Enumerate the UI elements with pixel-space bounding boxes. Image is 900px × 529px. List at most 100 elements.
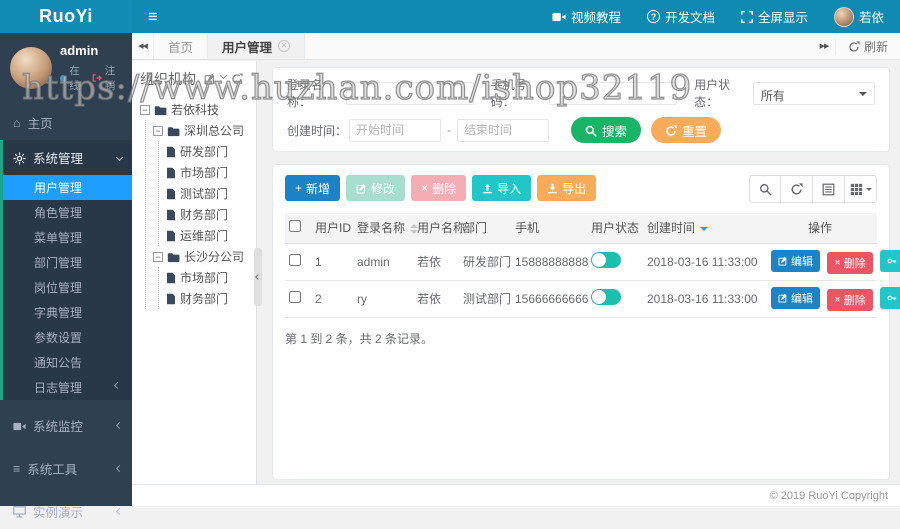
- home-icon: ⌂: [13, 115, 21, 130]
- tree-node-label[interactable]: 长沙分公司: [184, 248, 244, 265]
- tree-node-branch[interactable]: − 长沙分公司: [153, 246, 252, 267]
- tree-node-leaf[interactable]: 运维部门: [166, 225, 252, 246]
- search-icon: [585, 123, 597, 137]
- tree-collapse-handle[interactable]: [254, 248, 262, 306]
- tree-node-label[interactable]: 财务部门: [180, 290, 228, 307]
- file-icon: [166, 271, 176, 285]
- col-login-name[interactable]: 登录名称: [353, 213, 419, 244]
- tab-user-mgmt[interactable]: 用户管理 ✕: [208, 33, 306, 59]
- fullscreen-button[interactable]: 全屏显示: [741, 7, 808, 26]
- refresh-tab-button[interactable]: 刷新: [834, 37, 900, 55]
- table-search-toggle-button[interactable]: [749, 175, 781, 203]
- sidebar-item-home[interactable]: ⌂ 主页: [0, 105, 132, 140]
- row-edit-button[interactable]: 编辑: [771, 286, 820, 309]
- tree-node-label[interactable]: 财务部门: [180, 206, 228, 223]
- close-icon[interactable]: ✕: [278, 40, 291, 52]
- tree-node-leaf[interactable]: 市场部门: [166, 267, 252, 288]
- sidebar-item-log-mgmt[interactable]: 日志管理: [3, 375, 132, 400]
- sidebar-item-dict-mgmt[interactable]: 字典管理: [3, 300, 132, 325]
- video-tutorial-link[interactable]: 视频教程: [552, 7, 621, 26]
- tree-node-label[interactable]: 测试部门: [180, 185, 228, 202]
- row-delete-button[interactable]: × 删除: [827, 288, 873, 311]
- cell-dept: 测试部门: [459, 280, 511, 318]
- hamburger-menu-icon[interactable]: ≡: [148, 8, 158, 25]
- row-reset-password-button[interactable]: 重置: [880, 286, 900, 309]
- tree-node-leaf[interactable]: 财务部门: [166, 288, 252, 309]
- cell-user-id: 1: [311, 243, 353, 281]
- tab-home[interactable]: 首页: [154, 33, 209, 59]
- user-status-select[interactable]: 所有: [752, 81, 875, 105]
- chevron-down-icon[interactable]: [219, 71, 228, 85]
- tabs-scroll-right-button[interactable]: ▶▶: [813, 42, 835, 50]
- top-header: RuoYi ≡ 视频教程 ? 开发文档 全屏显示 若依: [0, 0, 900, 33]
- row-reset-password-button[interactable]: 重置: [880, 249, 900, 272]
- user-menu[interactable]: 若依: [833, 6, 884, 27]
- login-name-input[interactable]: [345, 81, 474, 105]
- tree-node-label[interactable]: 运维部门: [180, 227, 228, 244]
- sidebar-item-param-config[interactable]: 参数设置: [3, 325, 132, 350]
- collapse-box-icon[interactable]: −: [153, 125, 163, 136]
- table-view-controls: [749, 175, 877, 203]
- reset-button[interactable]: 重置: [651, 117, 722, 143]
- status-toggle[interactable]: [591, 252, 621, 268]
- tree-node-label[interactable]: 市场部门: [180, 164, 228, 181]
- tree-node-root[interactable]: − 若依科技: [140, 99, 252, 120]
- row-checkbox[interactable]: [289, 291, 301, 303]
- collapse-box-icon[interactable]: −: [140, 104, 150, 115]
- table-refresh-button[interactable]: [781, 175, 813, 203]
- sort-desc-icon: [700, 227, 709, 232]
- sidebar-item-user-mgmt[interactable]: 用户管理: [3, 175, 132, 200]
- refresh-icon: [848, 39, 860, 53]
- logout-label[interactable]: 注销: [105, 63, 124, 93]
- sidebar-item-system-mgmt[interactable]: 系统管理: [3, 140, 132, 175]
- end-time-input[interactable]: [457, 118, 550, 142]
- monitor-video-icon: [13, 419, 26, 433]
- tree-node-label[interactable]: 市场部门: [180, 269, 228, 286]
- columns-dropdown-button[interactable]: [845, 175, 877, 203]
- sidebar-item-menu-mgmt[interactable]: 菜单管理: [3, 225, 132, 250]
- col-actions: 操作: [763, 213, 877, 244]
- dev-docs-link[interactable]: ? 开发文档: [646, 7, 715, 26]
- refresh-icon: [665, 123, 677, 137]
- tree-node-branch[interactable]: − 深圳总公司: [153, 120, 252, 141]
- sidebar-item-system-tools[interactable]: ≡ 系统工具: [0, 451, 132, 486]
- search-button[interactable]: 搜索: [571, 117, 642, 143]
- row-edit-button[interactable]: 编辑: [771, 249, 820, 272]
- user-avatar: [833, 6, 854, 27]
- select-all-checkbox[interactable]: [289, 220, 301, 233]
- tree-node-leaf[interactable]: 研发部门: [166, 141, 252, 162]
- col-created[interactable]: 创建时间: [643, 213, 763, 244]
- question-icon: ?: [646, 10, 660, 23]
- tabs-scroll-left-button[interactable]: ◀◀: [132, 33, 154, 59]
- sidebar: admin 在线 注销 ⌂ 主页 系统管理 用户管理 角色管理 菜单管理 部门管…: [0, 33, 132, 520]
- tree-node-label[interactable]: 研发部门: [180, 143, 228, 160]
- row-delete-button[interactable]: × 删除: [827, 251, 873, 274]
- start-time-input[interactable]: [349, 118, 442, 142]
- tree-node-label[interactable]: 若依科技: [171, 101, 219, 118]
- delete-button[interactable]: × 删除: [411, 175, 467, 201]
- status-toggle[interactable]: [591, 289, 621, 305]
- tree-node-leaf[interactable]: 测试部门: [166, 183, 252, 204]
- modify-button[interactable]: 修改: [346, 175, 406, 201]
- sidebar-item-notice[interactable]: 通知公告: [3, 350, 132, 375]
- sidebar-item-system-monitor[interactable]: 系统监控: [0, 408, 132, 443]
- row-checkbox[interactable]: [289, 254, 301, 266]
- sidebar-item-demo[interactable]: 实例演示: [0, 494, 132, 529]
- app-logo[interactable]: RuoYi: [0, 0, 132, 33]
- phone-input[interactable]: [549, 81, 678, 105]
- card-view-button[interactable]: [813, 175, 845, 203]
- tree-node-leaf[interactable]: 市场部门: [166, 162, 252, 183]
- refresh-icon[interactable]: [231, 73, 243, 85]
- sidebar-item-post-mgmt[interactable]: 岗位管理: [3, 275, 132, 300]
- tree-node-leaf[interactable]: 财务部门: [166, 204, 252, 225]
- sidebar-avatar[interactable]: [10, 47, 52, 89]
- sidebar-item-role-mgmt[interactable]: 角色管理: [3, 200, 132, 225]
- sidebar-item-dept-mgmt[interactable]: 部门管理: [3, 250, 132, 275]
- import-button[interactable]: 导入: [472, 175, 532, 201]
- edit-icon[interactable]: [204, 73, 216, 85]
- add-button[interactable]: + 新增: [285, 175, 341, 201]
- cell-created: 2018-03-16 11:33:00: [643, 243, 763, 281]
- export-button[interactable]: 导出: [537, 175, 597, 201]
- collapse-box-icon[interactable]: −: [153, 251, 163, 262]
- tree-node-label[interactable]: 深圳总公司: [184, 122, 244, 139]
